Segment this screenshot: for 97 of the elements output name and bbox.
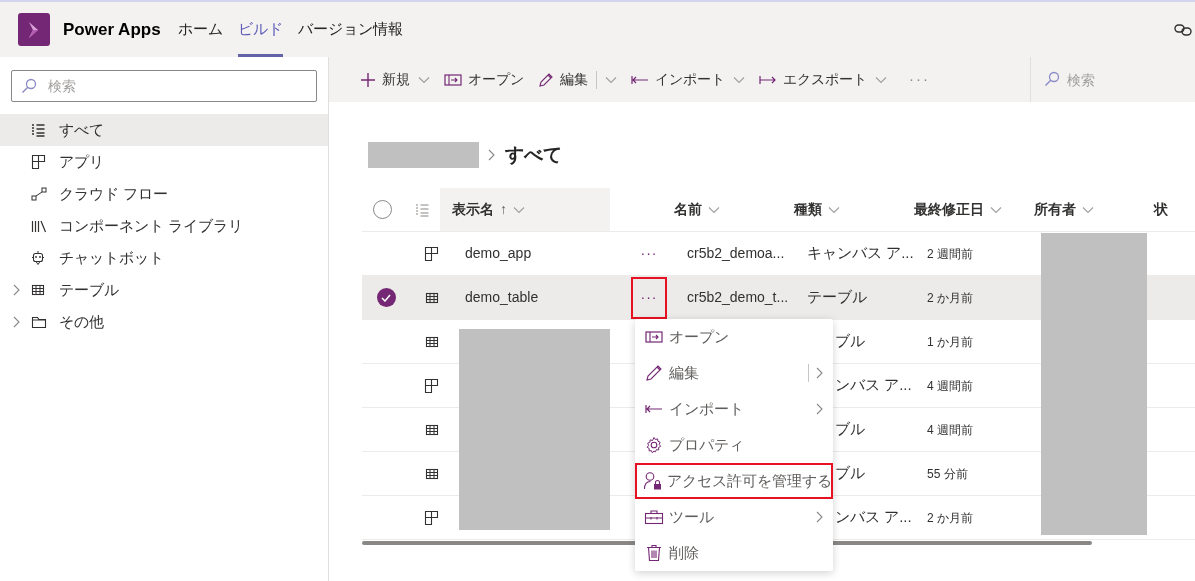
column-header[interactable]: 名前 — [662, 199, 782, 220]
check-icon — [381, 293, 391, 302]
chevron-down-icon — [418, 75, 430, 84]
sidebar-item[interactable]: テーブル — [0, 274, 328, 306]
table-cell: ンバス ア... — [835, 376, 912, 394]
chevron-down-icon — [875, 75, 887, 84]
sidebar-item[interactable]: すべて — [0, 114, 328, 146]
table-icon — [424, 334, 439, 349]
table-cell: ブル — [835, 464, 865, 482]
sidebar-item[interactable]: チャットボット — [0, 242, 328, 274]
more-button[interactable]: ··· — [631, 232, 667, 275]
chevron-right-icon — [815, 511, 823, 523]
toolbar-button[interactable]: エクスポート — [759, 63, 887, 96]
trash-icon — [646, 544, 662, 562]
menu-item[interactable]: ツール — [635, 499, 833, 535]
table-cell: 2 か月前 — [927, 291, 973, 305]
app-title: Power Apps — [63, 18, 161, 41]
table-cell: demo_table — [465, 289, 539, 305]
breadcrumb-current: すべて — [505, 142, 562, 167]
gear-icon — [645, 436, 663, 454]
column-header[interactable]: 表示名 ↑ — [440, 188, 610, 231]
sidebar-item[interactable]: クラウド フロー — [0, 178, 328, 210]
chevron-down-icon — [990, 205, 1002, 214]
table-cell: 55 分前 — [927, 467, 968, 481]
table-cell: 1 か月前 — [927, 335, 973, 349]
link-icon — [1174, 23, 1192, 36]
library-icon — [31, 219, 47, 233]
open-icon — [444, 73, 462, 86]
chevron-down-icon — [828, 205, 840, 214]
chevron-down-icon — [733, 75, 745, 84]
nav-tab[interactable]: バージョン情報 — [297, 2, 403, 57]
chevron-down-icon — [605, 75, 617, 84]
table-cell: テーブル — [807, 288, 867, 306]
export-icon — [759, 74, 777, 85]
table-icon — [424, 290, 439, 305]
table-cell: ブル — [835, 420, 865, 438]
more-button[interactable]: ··· — [631, 276, 667, 319]
table-icon — [424, 422, 439, 437]
bot-icon — [31, 250, 45, 266]
list-icon — [31, 123, 45, 137]
sidebar-item[interactable]: その他 — [0, 306, 328, 338]
toolbar-button[interactable]: 編集 — [538, 63, 617, 96]
table-cell: 4 週間前 — [927, 423, 973, 437]
app-icon — [424, 245, 439, 262]
search-field[interactable]: 検索 — [1031, 57, 1195, 102]
table-cell: cr5b2_demoa... — [687, 245, 785, 261]
folder-icon — [31, 315, 47, 329]
table-cell: ブル — [835, 332, 865, 350]
menu-item[interactable]: 削除 — [635, 535, 833, 571]
menu-item[interactable]: アクセス許可を管理する — [635, 463, 833, 499]
search-icon — [1044, 71, 1060, 87]
app-logo — [18, 13, 50, 46]
column-header[interactable]: 状 — [1142, 199, 1195, 220]
row-checkbox[interactable] — [376, 288, 396, 307]
menu-item[interactable]: インポート — [635, 391, 833, 427]
search-icon — [21, 78, 37, 94]
app-icon — [424, 509, 439, 526]
toolbar-button[interactable]: 新規 — [360, 63, 430, 96]
search-field[interactable]: 検索 — [11, 70, 317, 102]
chevron-down-icon — [1082, 205, 1094, 214]
column-header[interactable]: 最終修正日 — [902, 199, 1022, 220]
sidebar-item[interactable]: コンポーネント ライブラリ — [0, 210, 328, 242]
flow-icon — [31, 187, 47, 201]
table-cell: ンバス ア... — [835, 508, 912, 526]
menu-item[interactable]: プロパティ — [635, 427, 833, 463]
pencil-icon — [645, 364, 663, 382]
chevron-right-icon — [815, 403, 823, 415]
toolbox-icon — [644, 509, 664, 525]
table-cell: 4 週間前 — [927, 379, 973, 393]
nav-tab[interactable]: ホーム — [177, 2, 223, 57]
pencil-icon — [538, 71, 554, 88]
toolbar-button[interactable]: オープン — [444, 63, 524, 96]
table-cell: cr5b2_demo_t... — [687, 289, 789, 305]
chevron-down-icon — [513, 205, 525, 214]
chevron-right-icon — [815, 367, 823, 379]
chevron-down-icon — [708, 205, 720, 214]
import-icon — [631, 74, 649, 85]
table-cell: 2 か月前 — [927, 511, 973, 525]
table-cell: キャンバス ア... — [807, 244, 914, 262]
column-header[interactable]: 種類 — [782, 199, 902, 220]
import-icon — [645, 404, 663, 414]
app-icon — [424, 377, 439, 394]
app-icon — [31, 154, 46, 170]
open-icon — [645, 331, 663, 343]
chevron-right-icon — [487, 149, 495, 161]
table-icon — [424, 466, 439, 481]
menu-item[interactable]: 編集 — [635, 355, 833, 391]
table-cell: demo_app — [465, 245, 532, 261]
toolbar-button[interactable]: インポート — [631, 63, 745, 96]
list-icon — [414, 202, 429, 217]
plus-icon — [360, 71, 376, 88]
table-icon — [31, 283, 45, 297]
menu-item[interactable]: オープン — [635, 319, 833, 355]
person-lock-icon — [643, 471, 663, 491]
table-cell: 2 週間前 — [927, 247, 973, 261]
column-header[interactable]: 所有者 — [1022, 199, 1142, 220]
sidebar-item[interactable]: アプリ — [0, 146, 328, 178]
